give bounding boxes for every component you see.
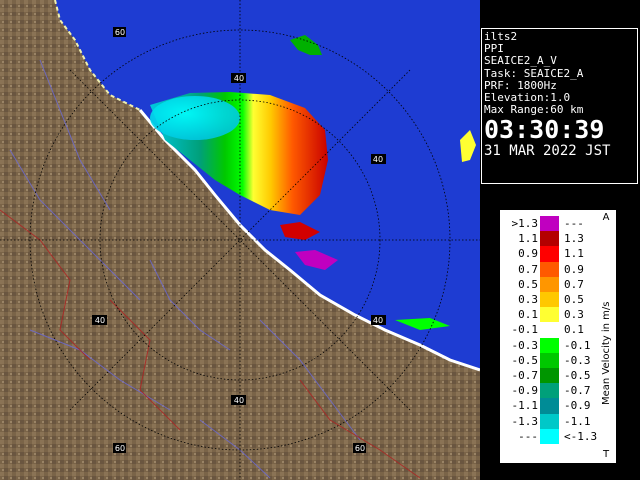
radar-ppi-map: 60 40 40 40 40 60 40 60 xyxy=(0,0,480,480)
legend-upper-bound: 1.3 xyxy=(564,232,584,246)
legend-lower-bound: -0.1 xyxy=(511,323,539,337)
legend-upper-bound: 0.1 xyxy=(564,323,584,337)
legend-upper-bound: -0.9 xyxy=(564,399,591,413)
scan-time: 03:30:39 xyxy=(484,115,605,145)
legend-lower-bound: -0.7 xyxy=(511,369,539,382)
scan-date: 31 MAR 2022 JST xyxy=(484,143,611,160)
legend-upper-bound: -0.1 xyxy=(564,338,591,352)
legend-lower-bound: -1.1 xyxy=(511,399,539,413)
legend-color-swatch xyxy=(540,307,559,323)
legend-color-swatch xyxy=(540,276,559,292)
legend-corner-bottom: T xyxy=(602,449,610,460)
range-label: 40 xyxy=(234,74,244,83)
velocity-legend: >1.3 --- 1.1 1.3 0.9 1.1 0.7 0.9 0.5 0.7 0.3 0.5 0.1… xyxy=(500,210,616,463)
legend-upper-bound: -1.1 xyxy=(564,414,591,428)
legend-unit-label: A Mean Velocity in m/s T xyxy=(601,212,612,460)
legend-color-swatch xyxy=(540,368,559,384)
legend-lower-bound: -1.3 xyxy=(511,414,539,428)
legend-upper-bound: -0.3 xyxy=(564,353,591,367)
legend-color-swatch xyxy=(540,246,559,262)
legend-color-swatch xyxy=(540,261,559,277)
range-label: 40 xyxy=(373,316,383,325)
legend-upper-bound: 0.5 xyxy=(564,293,584,306)
legend-lower-bound: >1.3 xyxy=(511,217,539,230)
legend-lower-bound: 1.1 xyxy=(518,232,538,246)
legend-lower-bound: 0.3 xyxy=(518,293,538,306)
legend-upper-bound: <-1.3 xyxy=(564,429,598,443)
range-label: 60 xyxy=(115,28,125,37)
range-label: 40 xyxy=(234,396,244,405)
product-name: SEAICE2_A_V xyxy=(484,54,557,68)
legend-upper-bound: --- xyxy=(564,217,584,230)
range-label: 40 xyxy=(95,316,105,325)
legend-upper-bound: 0.3 xyxy=(564,308,584,322)
legend-lower-bound: -0.9 xyxy=(511,384,539,398)
legend-upper-bound: 1.1 xyxy=(564,247,584,261)
legend-color-swatch xyxy=(540,292,559,308)
legend-lower-bound: 0.5 xyxy=(518,277,538,291)
legend-lower-bound: --- xyxy=(518,429,538,443)
legend-color-swatch xyxy=(540,413,559,429)
legend-color-swatch xyxy=(540,398,559,414)
legend-lower-bound: 0.7 xyxy=(518,262,538,276)
legend-upper-bound: 0.7 xyxy=(564,277,584,291)
legend-color-swatch xyxy=(540,322,559,338)
legend-lower-bound: -0.3 xyxy=(511,338,539,352)
legend-upper-bound: 0.9 xyxy=(564,262,584,276)
task-name: Task: SEAICE2_A xyxy=(484,66,584,80)
legend-corner-top: A xyxy=(603,212,610,223)
legend-title: Mean Velocity in m/s xyxy=(601,302,612,405)
legend-color-swatch xyxy=(540,383,559,399)
legend-color-swatch xyxy=(540,231,559,247)
legend-lower-bound: 0.1 xyxy=(518,308,538,322)
legend-upper-bound: -0.5 xyxy=(564,369,591,382)
legend-lower-bound: 0.9 xyxy=(518,247,538,261)
radar-name: ilts2 xyxy=(484,30,518,43)
legend-color-swatch xyxy=(540,216,559,232)
legend-color-swatch xyxy=(540,352,559,368)
legend-lower-bound: -0.5 xyxy=(511,353,539,367)
legend-color-swatch xyxy=(540,337,559,353)
range-label: 40 xyxy=(373,155,383,164)
range-label: 60 xyxy=(115,444,125,453)
legend-color-swatch xyxy=(540,428,559,444)
legend-upper-bound: -0.7 xyxy=(564,384,591,398)
range-label: 60 xyxy=(355,444,365,453)
radar-info-panel: ilts2 PPI SEAICE2_A_V Task: SEAICE2_A PR… xyxy=(481,28,638,184)
